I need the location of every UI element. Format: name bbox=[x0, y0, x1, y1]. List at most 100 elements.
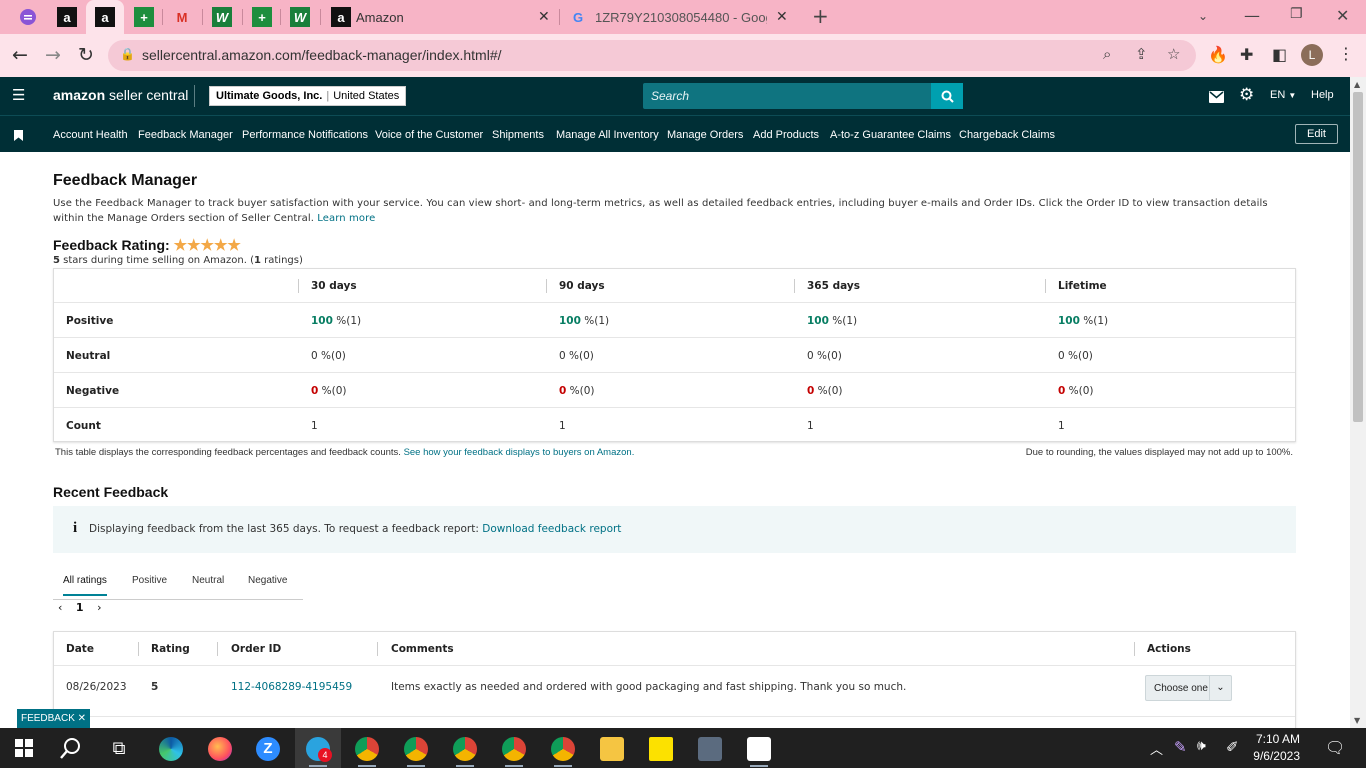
extensions-puzzle-icon[interactable]: ✚ bbox=[1240, 45, 1253, 64]
gear-icon[interactable]: ⚙ bbox=[1239, 85, 1254, 105]
tab-positive[interactable]: Positive bbox=[132, 575, 167, 586]
page-scrollbar[interactable]: ▲ ▼ bbox=[1350, 77, 1366, 728]
scroll-down-icon[interactable]: ▼ bbox=[1354, 716, 1360, 725]
new-tab-icon[interactable]: + bbox=[812, 4, 829, 28]
row-label: Positive bbox=[66, 315, 114, 327]
stat-count: (0) bbox=[1078, 385, 1094, 397]
share-icon[interactable]: ⇪ bbox=[1135, 45, 1148, 63]
col-actions: Actions bbox=[1147, 643, 1191, 655]
chrome-taskbar-icon[interactable] bbox=[344, 728, 390, 768]
language-selector[interactable]: EN ▼ bbox=[1270, 89, 1296, 101]
reload-icon[interactable]: ↻ bbox=[78, 44, 94, 66]
chrome-taskbar-icon[interactable] bbox=[442, 728, 488, 768]
window-close-icon[interactable]: ✕ bbox=[1336, 6, 1349, 25]
seller-central-logo[interactable]: amazon seller central bbox=[53, 87, 188, 103]
nav-performance-notifications[interactable]: Performance Notifications bbox=[242, 129, 368, 141]
chevron-left-icon[interactable]: ‹ bbox=[58, 601, 62, 614]
help-link[interactable]: Help bbox=[1311, 89, 1334, 101]
zoom-taskbar-icon[interactable]: Z bbox=[245, 728, 291, 768]
rating-stars: ★★★★★ bbox=[174, 237, 241, 254]
nav-atoz-claims[interactable]: A-to-z Guarantee Claims bbox=[830, 129, 951, 141]
nav-voice-of-customer[interactable]: Voice of the Customer bbox=[375, 129, 483, 141]
search-input[interactable]: Search bbox=[643, 83, 963, 109]
firefox-taskbar-icon[interactable] bbox=[197, 728, 243, 768]
search-icon[interactable] bbox=[58, 735, 84, 761]
chrome-taskbar-icon[interactable] bbox=[540, 728, 586, 768]
lock-icon[interactable]: 🔒 bbox=[120, 47, 135, 61]
tab-amazon[interactable]: a Amazon ✕ bbox=[322, 0, 558, 34]
edit-button[interactable]: Edit bbox=[1295, 124, 1338, 144]
order-id-link[interactable]: 112-4068289-4195459 bbox=[231, 681, 352, 693]
telegram-taskbar-icon[interactable]: 4 bbox=[295, 728, 341, 768]
nav-account-health[interactable]: Account Health bbox=[53, 129, 128, 141]
file-explorer-taskbar-icon[interactable] bbox=[589, 728, 635, 768]
omnibox[interactable]: 🔒 sellercentral.amazon.com/feedback-mana… bbox=[108, 40, 1196, 71]
app-taskbar-icon[interactable] bbox=[736, 728, 782, 768]
nav-add-products[interactable]: Add Products bbox=[753, 129, 819, 141]
intro-body: Use the Feedback Manager to track buyer … bbox=[53, 198, 1268, 224]
feedback-button[interactable]: FEEDBACK ✕ bbox=[17, 709, 90, 728]
edge-taskbar-icon[interactable] bbox=[148, 728, 194, 768]
profile-avatar[interactable]: L bbox=[1301, 44, 1323, 66]
tab-neutral[interactable]: Neutral bbox=[192, 575, 224, 586]
url-text[interactable]: sellercentral.amazon.com/feedback-manage… bbox=[142, 47, 502, 63]
close-icon[interactable]: ✕ bbox=[538, 8, 550, 25]
extension-fire-icon[interactable]: 🔥 bbox=[1208, 45, 1228, 64]
mail-icon[interactable] bbox=[1209, 88, 1224, 107]
tab-all-ratings[interactable]: All ratings bbox=[63, 575, 107, 596]
tab-search-chevron-icon[interactable]: ⌄ bbox=[1198, 9, 1208, 23]
nav-feedback-manager[interactable]: Feedback Manager bbox=[138, 129, 233, 141]
hamburger-menu-icon[interactable]: ☰ bbox=[12, 86, 25, 104]
close-icon[interactable]: ✕ bbox=[776, 8, 788, 25]
zoom-icon[interactable]: ⌕ bbox=[1103, 45, 1111, 63]
stat-count: (0) bbox=[827, 385, 843, 397]
gmail-favicon[interactable]: M bbox=[172, 7, 192, 27]
sticky-notes-taskbar-icon[interactable] bbox=[638, 728, 684, 768]
search-button[interactable] bbox=[931, 83, 963, 109]
volume-icon[interactable]: 🕪 bbox=[1197, 738, 1206, 754]
download-report-link[interactable]: Download feedback report bbox=[482, 523, 621, 535]
sheets-favicon[interactable]: + bbox=[252, 7, 272, 27]
sheets-favicon[interactable]: + bbox=[134, 7, 154, 27]
stat-count: (0) bbox=[331, 350, 346, 362]
chrome-menu-icon[interactable] bbox=[18, 7, 38, 27]
amazon-favicon[interactable]: a bbox=[57, 7, 77, 27]
notification-center-icon[interactable]: 🗨 bbox=[1325, 738, 1345, 757]
side-panel-icon[interactable]: ◧ bbox=[1272, 45, 1287, 64]
app-w-favicon[interactable]: W bbox=[212, 7, 232, 27]
nav-chargeback-claims[interactable]: Chargeback Claims bbox=[959, 129, 1055, 141]
tab-negative[interactable]: Negative bbox=[248, 575, 287, 586]
forward-arrow-icon[interactable]: → bbox=[45, 44, 61, 66]
system-clock[interactable]: 7:10 AM 9/6/2023 bbox=[1220, 731, 1300, 765]
nav-manage-orders[interactable]: Manage Orders bbox=[667, 129, 743, 141]
current-page[interactable]: 1 bbox=[76, 601, 84, 614]
chrome-taskbar-icon[interactable] bbox=[491, 728, 537, 768]
learn-more-link[interactable]: Learn more bbox=[317, 213, 375, 224]
bookmark-star-icon[interactable]: ☆ bbox=[1167, 45, 1180, 63]
windows-start-icon[interactable] bbox=[11, 735, 37, 761]
nav-shipments[interactable]: Shipments bbox=[492, 129, 544, 141]
nav-manage-all-inventory[interactable]: Manage All Inventory bbox=[556, 129, 659, 141]
tab-amazon-pinned[interactable]: a bbox=[86, 0, 124, 34]
chrome-taskbar-icon[interactable] bbox=[393, 728, 439, 768]
feedback-stats-table: 30 days 90 days 365 days Lifetime Positi… bbox=[53, 268, 1296, 442]
stat-count: (1) bbox=[594, 315, 610, 327]
show-hidden-icons-icon[interactable]: ︿ bbox=[1150, 739, 1163, 758]
tab-google[interactable]: G 1ZR79Y210308054480 - Google ✕ bbox=[562, 0, 798, 34]
app-w-favicon[interactable]: W bbox=[290, 7, 310, 27]
bookmark-icon[interactable] bbox=[14, 126, 23, 145]
task-view-icon[interactable]: ⧉ bbox=[106, 735, 132, 761]
chevron-right-icon[interactable]: › bbox=[97, 601, 101, 614]
scroll-up-icon[interactable]: ▲ bbox=[1354, 80, 1360, 89]
restore-icon[interactable]: ❐ bbox=[1290, 6, 1303, 22]
stat-pct: % bbox=[1068, 385, 1079, 397]
actions-dropdown[interactable]: Choose one ⌄ bbox=[1145, 675, 1232, 701]
calculator-taskbar-icon[interactable] bbox=[687, 728, 733, 768]
store-selector[interactable]: Ultimate Goods, Inc. | United States bbox=[209, 86, 407, 106]
pen-icon[interactable]: ✎ bbox=[1174, 738, 1187, 756]
back-arrow-icon[interactable]: ← bbox=[12, 44, 28, 66]
scrollbar-thumb[interactable] bbox=[1353, 92, 1363, 422]
browser-menu-icon[interactable]: ⋮ bbox=[1338, 44, 1354, 63]
minimize-icon[interactable]: — bbox=[1244, 6, 1260, 25]
feedback-display-link[interactable]: See how your feedback displays to buyers… bbox=[404, 447, 635, 458]
